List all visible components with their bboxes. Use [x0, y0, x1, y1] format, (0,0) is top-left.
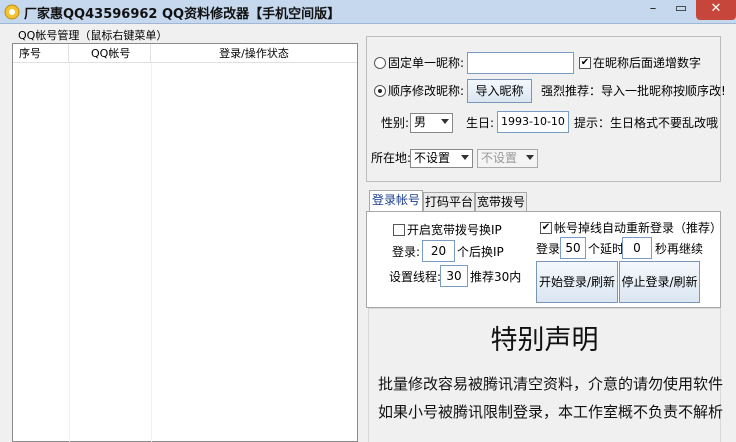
delay-suffix: 秒再继续 [655, 242, 704, 256]
location-city-value: 不设置 [481, 151, 518, 165]
append-number-label: 在昵称后面递增数字 [593, 56, 702, 70]
tab-login-account[interactable]: 登录帐号 [369, 190, 423, 212]
chevron-down-icon [526, 155, 534, 160]
gender-label: 性别: [381, 116, 410, 130]
location-city-select[interactable]: 不设置 [477, 149, 538, 168]
column-divider [69, 63, 70, 442]
delay-mid-label: 个延时 [588, 242, 625, 256]
maximize-button[interactable]: ▭ [668, 0, 694, 20]
delay-seconds-input[interactable]: 0 [622, 237, 652, 259]
fixed-nickname-input[interactable] [467, 52, 574, 74]
close-button[interactable]: ✕ [696, 0, 736, 20]
location-province-value: 不设置 [414, 151, 451, 165]
fixed-nickname-radio[interactable] [374, 57, 386, 69]
threads-input[interactable]: 30 [440, 265, 468, 287]
login-count-prefix: 登录: [392, 245, 421, 259]
broadband-ip-label: 开启宽带拨号换IP [407, 223, 502, 237]
chevron-down-icon [461, 155, 469, 160]
start-login-button[interactable]: 开始登录/刷新 [536, 261, 618, 303]
fixed-nickname-label: 固定单一昵称: [388, 56, 465, 70]
tab-captcha-platform[interactable]: 打码平台 [423, 192, 475, 212]
notice-title: 特别声明 [490, 325, 599, 356]
threads-label: 设置线程: [389, 270, 442, 284]
threads-hint: 推荐30内 [470, 270, 522, 284]
account-list[interactable] [12, 43, 358, 442]
column-divider [151, 63, 152, 442]
window-title: 厂家惠QQ43596962 QQ资料修改器【手机空间版】 [24, 7, 341, 22]
birthday-label: 生日: [466, 116, 495, 130]
account-group-title: QQ帐号管理（鼠标右键菜单） [16, 27, 170, 43]
gender-value: 男 [414, 115, 427, 129]
auto-reconnect-checkbox[interactable]: ✔ [540, 222, 552, 234]
append-number-checkbox[interactable]: ✔ [579, 57, 591, 69]
auto-reconnect-label: 帐号掉线自动重新登录（推荐） [554, 221, 723, 235]
chevron-down-icon [441, 119, 449, 124]
import-nickname-button[interactable]: 导入昵称 [467, 79, 532, 103]
login-count-suffix: 个后换IP [457, 245, 504, 259]
column-header-status[interactable]: 登录/操作状态 [151, 44, 357, 63]
delay-prefix: 登录 [536, 242, 561, 256]
gender-select[interactable]: 男 [410, 113, 453, 133]
minimize-button[interactable]: – [640, 0, 666, 20]
delay-count-input[interactable]: 50 [560, 237, 586, 259]
stop-login-button[interactable]: 停止登录/刷新 [619, 261, 700, 303]
recommend-text: 强烈推荐：导入一批昵称按顺序改! [541, 84, 726, 98]
birthday-input[interactable]: 1993-10-10 [497, 111, 569, 133]
notice-line-2: 如果小号被腾讯限制登录，本工作室概不负责不解析 [378, 403, 724, 421]
location-label: 所在地: [371, 151, 412, 165]
tab-broadband-dial[interactable]: 宽带拨号 [475, 192, 527, 212]
broadband-ip-checkbox[interactable] [393, 224, 405, 236]
login-count-input[interactable]: 20 [422, 240, 455, 262]
notice-line-1: 批量修改容易被腾讯清空资料，介意的请勿使用软件 [378, 375, 724, 393]
column-header-index[interactable]: 序号 [13, 44, 69, 63]
sequential-nickname-radio[interactable] [374, 85, 386, 97]
app-logo-icon [4, 4, 20, 20]
sequential-nickname-label: 顺序修改昵称: [388, 84, 465, 98]
birthday-hint: 提示：生日格式不要乱改哦 [574, 116, 719, 130]
column-header-qq[interactable]: QQ帐号 [69, 44, 151, 63]
location-province-select[interactable]: 不设置 [410, 149, 473, 168]
